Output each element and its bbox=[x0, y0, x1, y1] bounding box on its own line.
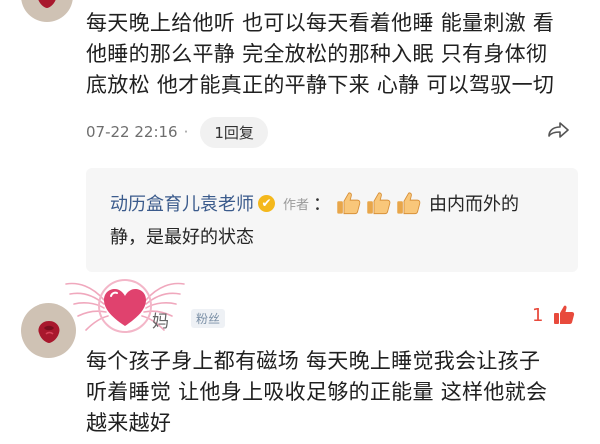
comment-line: 他睡的那么平静 完全放松的那种入眠 只有身体彻 bbox=[86, 42, 548, 66]
commenter-name[interactable]: 妈 bbox=[152, 307, 169, 332]
comment-line: 每天晚上给他听 也可以每天看着他睡 能量刺激 看 bbox=[86, 11, 555, 35]
reply-author-name[interactable]: 动历盒育儿袁老师 bbox=[110, 190, 254, 216]
like-thumbs-up-icon[interactable] bbox=[552, 303, 576, 327]
comment-line: 听着睡觉 让他身上吸收足够的正能量 这样他就会 bbox=[86, 380, 548, 404]
comment-body: 每天晚上给他听 也可以每天看着他睡 能量刺激 看 他睡的那么平静 完全放松的那种… bbox=[86, 8, 586, 101]
comment-meta: 07-22 22:16 · 1回复 bbox=[86, 116, 586, 148]
like-count: 1 bbox=[532, 305, 544, 326]
author-tag: 作者 bbox=[283, 197, 310, 213]
comment-line: 每个孩子身上都有磁场 每天晚上睡觉我会让孩子 bbox=[86, 349, 541, 373]
comment-line: 底放松 他才能真正的平静下来 心静 可以驾驭一切 bbox=[86, 73, 555, 97]
comment-timestamp: 07-22 22:16 bbox=[86, 123, 178, 141]
thumbs-up-icon bbox=[397, 191, 421, 214]
reply-text-part2: 静，是最好的状态 bbox=[110, 227, 254, 248]
author-reply-box[interactable]: 动历盒育儿袁老师 ✔ 作者 ： 由内而外的 静，是最好的状态 bbox=[86, 168, 578, 272]
rose-icon bbox=[38, 321, 60, 343]
rose-icon bbox=[38, 0, 56, 8]
meta-separator: · bbox=[183, 123, 189, 141]
reply-text-part1: 由内而外的 bbox=[429, 194, 520, 215]
comment-line: 越来越好 bbox=[86, 411, 172, 435]
fan-badge: 粉丝 bbox=[191, 309, 226, 328]
reply-count-button[interactable]: 1回复 bbox=[200, 116, 268, 148]
thumbs-up-icon bbox=[337, 191, 361, 214]
thumbs-up-icon bbox=[367, 191, 391, 214]
comment-body: 每个孩子身上都有磁场 每天晚上睡觉我会让孩子 听着睡觉 让他身上吸收足够的正能量… bbox=[86, 346, 586, 439]
more-options-icon[interactable] bbox=[546, 122, 570, 142]
reply-colon: ： bbox=[313, 194, 332, 215]
verified-icon: ✔ bbox=[258, 194, 275, 212]
reply-first-line: 动历盒育儿袁老师 ✔ 作者 ： 由内而外的 bbox=[110, 188, 519, 218]
commenter-avatar[interactable] bbox=[21, 0, 73, 22]
